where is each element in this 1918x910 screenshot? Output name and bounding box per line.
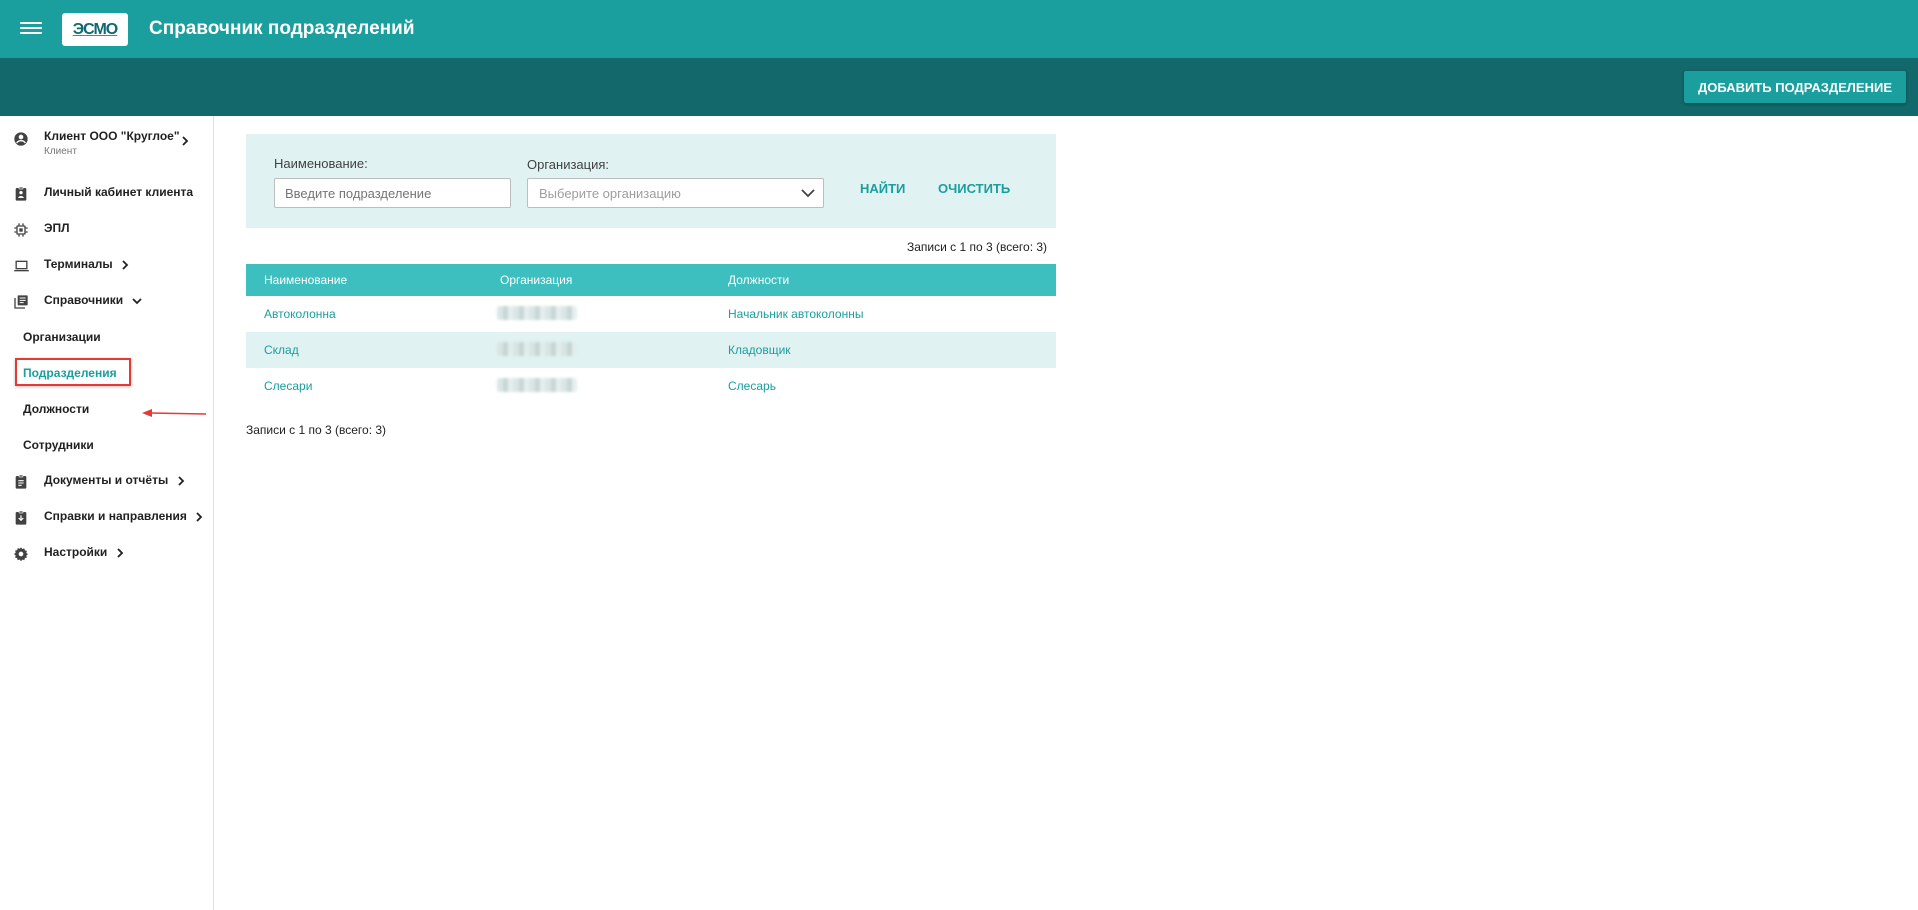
sidebar-item-client-cabinet[interactable]: Личный кабинет клиента [0,178,214,208]
page-title: Справочник подразделений [149,18,415,39]
assignment-icon [13,474,29,495]
sidebar-subitem-label: Подразделения [23,366,117,380]
records-count-bottom: Записи с 1 по 3 (всего: 3) [246,423,387,437]
column-header-organization[interactable]: Организация [500,273,572,287]
table-row[interactable]: Слесари Слесарь [246,368,1056,404]
clear-button[interactable]: ОЧИСТИТЬ [938,181,1010,196]
table-row[interactable]: Склад Кладовщик [246,332,1056,368]
menu-icon[interactable] [20,19,42,39]
library-books-icon [13,294,29,315]
redacted-organization [497,378,577,392]
sidebar-item-certificates[interactable]: Справки и направления [0,502,214,532]
cell-name[interactable]: Склад [264,343,299,357]
department-search-input[interactable] [274,178,511,208]
find-button[interactable]: НАЙТИ [860,181,905,196]
redacted-organization [497,306,577,320]
annotation-arrow-icon [142,409,207,417]
sidebar-subitem-label: Сотрудники [23,438,94,452]
sidebar-subitem-employees[interactable]: Сотрудники [0,430,214,460]
sidebar-item-epl[interactable]: ЭПЛ [0,214,214,244]
assignment-returned-icon [13,510,29,531]
sidebar-item-label-wrap: Настройки [44,545,125,559]
sidebar-item-directories[interactable]: Справочники [0,286,214,316]
cell-positions[interactable]: Начальник автоколонны [728,307,863,321]
sidebar-subitem-departments[interactable]: Подразделения [0,358,214,388]
departments-table: Наименование Организация Должности Авток… [246,264,1056,404]
sidebar-item-label-wrap: Справки и направления [44,509,204,523]
sidebar-item-label: Настройки [44,545,108,559]
sidebar-item-label: Справки и направления [44,509,187,523]
table-row[interactable]: Автоколонна Начальник автоколонны [246,296,1056,332]
sidebar-item-label: ЭПЛ [44,221,70,235]
chip-icon [13,222,29,243]
table-header: Наименование Организация Должности [246,264,1056,296]
sidebar-item-documents[interactable]: Документы и отчёты [0,466,214,496]
app-logo[interactable]: ЭСМО [62,13,128,46]
client-menu[interactable]: Клиент ООО "Круглое" Клиент [0,124,214,164]
chevron-right-icon [117,548,123,558]
cell-positions[interactable]: Слесарь [728,379,776,393]
client-name: Клиент ООО "Круглое" [44,129,180,143]
action-bar: ДОБАВИТЬ ПОДРАЗДЕЛЕНИЕ [0,58,1918,116]
account-circle-icon [13,131,29,152]
sidebar-item-label: Справочники [44,293,124,307]
laptop-icon [13,258,30,279]
chevron-down-icon [801,189,815,198]
chevron-right-icon [180,134,190,152]
redacted-organization [497,342,577,356]
name-filter-label: Наименование: [274,156,368,171]
organization-select[interactable]: Выберите организацию [527,178,824,208]
sidebar-item-label-wrap: Документы и отчёты [44,473,186,487]
sidebar-item-label-wrap: Справочники [44,293,143,307]
chevron-right-icon [177,476,184,486]
sidebar-subitem-label: Должности [23,402,90,416]
cell-name[interactable]: Слесари [264,379,312,393]
sidebar-item-label-wrap: Терминалы [44,257,130,271]
organization-filter-label: Организация: [527,157,610,172]
sidebar-subitem-label: Организации [23,330,101,344]
add-department-button[interactable]: ДОБАВИТЬ ПОДРАЗДЕЛЕНИЕ [1684,71,1906,103]
records-count-top: Записи с 1 по 3 (всего: 3) [907,240,1048,254]
organization-select-placeholder: Выберите организацию [539,186,681,201]
chevron-down-icon [131,298,142,305]
assignment-ind-icon [13,186,29,207]
chevron-right-icon [122,260,129,270]
sidebar: Клиент ООО "Круглое" Клиент Личный кабин… [0,116,214,910]
sidebar-item-label: Документы и отчёты [44,473,169,487]
app-header: ЭСМО Справочник подразделений [0,0,1918,58]
chevron-right-icon [196,512,203,522]
sidebar-item-settings[interactable]: Настройки [0,538,214,568]
sidebar-item-terminals[interactable]: Терминалы [0,250,214,280]
sidebar-subitem-organizations[interactable]: Организации [0,322,214,352]
filter-panel: Наименование: Организация: Выберите орга… [246,134,1056,228]
column-header-positions[interactable]: Должности [728,273,789,287]
sidebar-item-label: Терминалы [44,257,113,271]
client-role: Клиент [44,146,77,157]
sidebar-item-label: Личный кабинет клиента [44,185,194,199]
gear-icon [13,546,29,567]
cell-name[interactable]: Автоколонна [264,307,336,321]
cell-positions[interactable]: Кладовщик [728,343,791,357]
logo-text: ЭСМО [72,20,118,38]
column-header-name[interactable]: Наименование [264,273,347,287]
